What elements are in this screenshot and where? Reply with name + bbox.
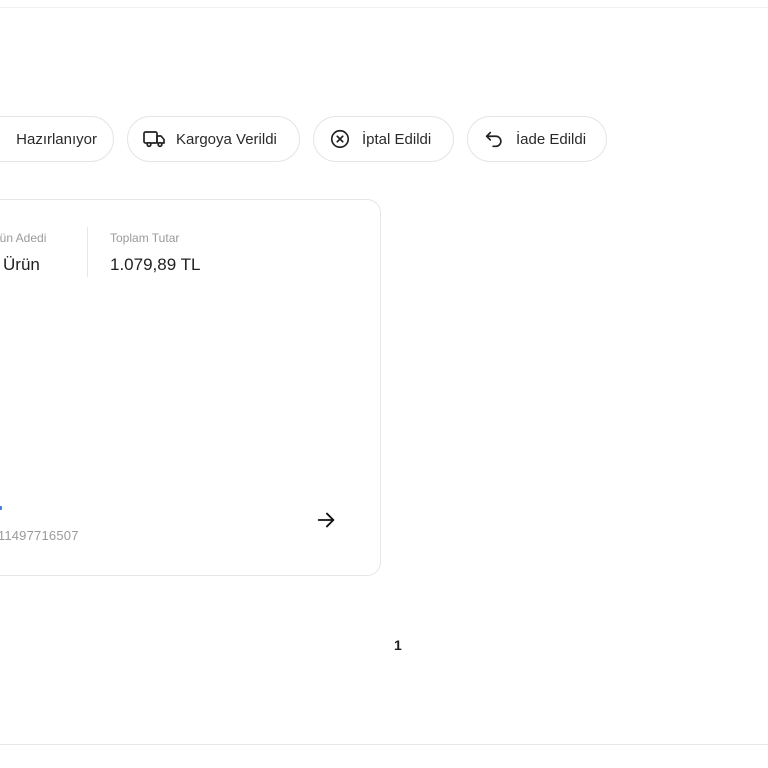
filter-cancelled-button[interactable]: İptal Edildi: [313, 116, 454, 162]
top-divider: [0, 7, 768, 8]
total-amount-value: 1.079,89 TL: [110, 255, 201, 274]
filter-shipped-button[interactable]: Kargoya Verildi: [127, 116, 300, 162]
page-title: n: [0, 44, 2, 78]
total-amount-label: Toplam Tutar: [110, 231, 180, 245]
filter-cancelled-label: İptal Edildi: [362, 130, 432, 148]
product-count-value: Ürün: [3, 255, 40, 274]
order-card[interactable]: Ürün Adedi Ürün Toplam Tutar 1.079,89 TL…: [0, 199, 381, 576]
filter-preparing-label: Hazırlanıyor: [16, 130, 97, 148]
undo-icon: [482, 127, 506, 151]
filter-preparing-button[interactable]: Hazırlanıyor: [0, 116, 114, 162]
filter-returned-button[interactable]: İade Edildi: [467, 116, 607, 162]
stat-divider: [87, 227, 88, 277]
filter-returned-label: İade Edildi: [516, 130, 587, 148]
bottom-divider: [0, 744, 768, 745]
x-circle-icon: [328, 127, 352, 151]
arrow-right-icon: [315, 509, 337, 536]
orders-page: n Hazırlanıyor Kargoya Verildi İptal Edi…: [0, 0, 768, 768]
truck-icon: [142, 127, 166, 151]
order-detail-button[interactable]: [311, 507, 341, 537]
order-number: 2311497716507: [0, 528, 79, 543]
pagination-page-1[interactable]: 1: [394, 637, 402, 653]
status-indicator: [0, 506, 2, 510]
filter-shipped-label: Kargoya Verildi: [176, 130, 277, 148]
product-count-label: Ürün Adedi: [0, 231, 47, 245]
